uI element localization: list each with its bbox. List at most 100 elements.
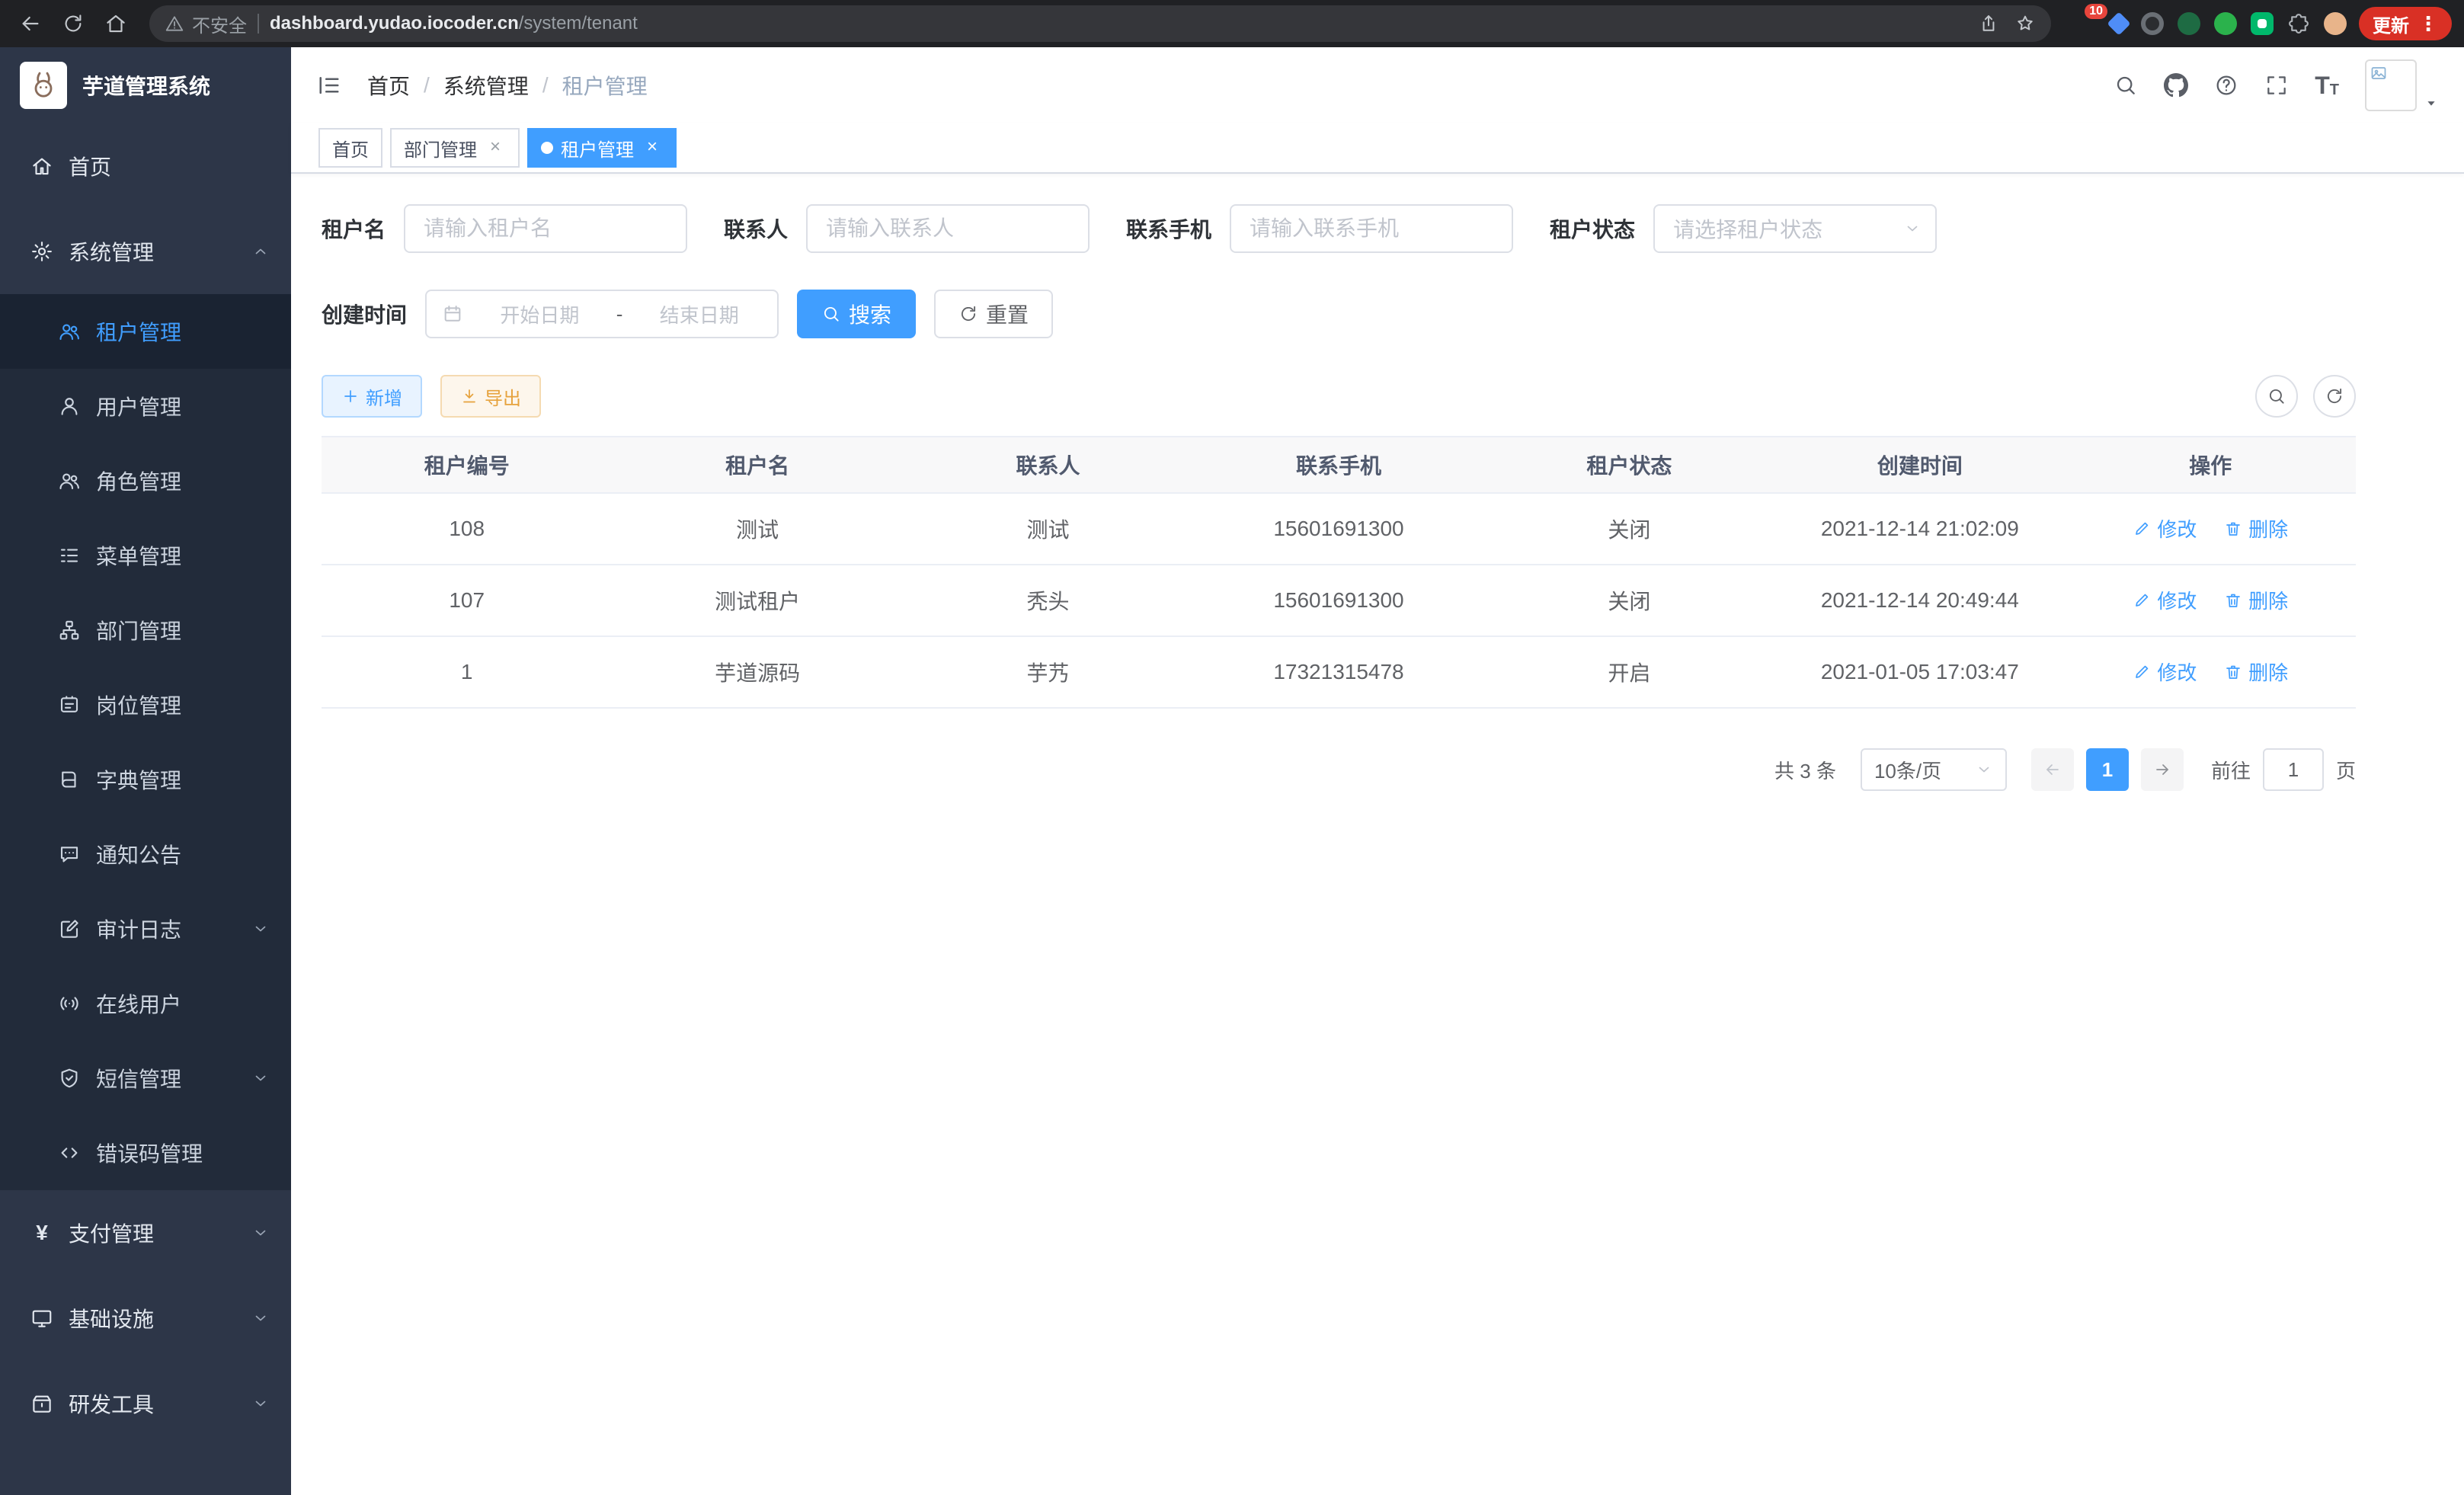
sidebar-item-user[interactable]: 用户管理 xyxy=(0,369,291,443)
sidebar: 芋道管理系统 首页 系统管理 租户管理 用户管理 角色管理 xyxy=(0,47,291,1495)
contact-input[interactable] xyxy=(806,204,1090,253)
edit-link[interactable]: 修改 xyxy=(2133,586,2197,614)
sidebar-item-menu[interactable]: 菜单管理 xyxy=(0,518,291,593)
address-bar[interactable]: 不安全 dashboard.yudao.iocoder.cn/system/te… xyxy=(149,5,2051,42)
search-button[interactable]: 搜索 xyxy=(797,290,916,338)
sidebar-item-dict[interactable]: 字典管理 xyxy=(0,742,291,817)
sidebar-item-label: 审计日志 xyxy=(96,914,181,944)
github-icon[interactable] xyxy=(2164,73,2188,98)
refresh-table-button[interactable] xyxy=(2313,375,2356,418)
date-range-picker[interactable]: 开始日期 - 结束日期 xyxy=(425,290,779,338)
goto-page-input[interactable] xyxy=(2263,748,2324,791)
cell-status: 开启 xyxy=(1484,636,1774,708)
share-icon[interactable] xyxy=(1978,13,1999,34)
search-icon[interactable] xyxy=(2114,73,2138,98)
bookmark-star-icon[interactable] xyxy=(2014,13,2036,34)
sidebar-group-audit-log[interactable]: 审计日志 xyxy=(0,892,291,966)
page-size-select[interactable]: 10条/页 xyxy=(1861,748,2007,791)
extension-icon-1[interactable]: 10 xyxy=(2072,11,2097,36)
sidebar-group-system[interactable]: 系统管理 xyxy=(0,209,291,294)
sidebar-item-label: 岗位管理 xyxy=(96,690,181,720)
close-icon[interactable]: × xyxy=(642,137,663,158)
sidebar-item-online-users[interactable]: 在线用户 xyxy=(0,966,291,1041)
extension-icon-6[interactable] xyxy=(2251,12,2274,35)
sidebar-group-infra[interactable]: 基础设施 xyxy=(0,1276,291,1361)
phone-input[interactable] xyxy=(1230,204,1513,253)
status-select[interactable]: 请选择租户状态 xyxy=(1653,204,1937,253)
caret-down-icon xyxy=(2423,94,2440,111)
goto-label: 前往 xyxy=(2211,756,2251,784)
help-icon[interactable] xyxy=(2214,73,2238,98)
user-avatar[interactable] xyxy=(2365,59,2440,111)
delete-link[interactable]: 删除 xyxy=(2224,514,2288,543)
browser-update-button[interactable]: 更新 ⋮ xyxy=(2359,7,2452,40)
breadcrumb-system[interactable]: 系统管理 xyxy=(443,70,529,101)
tab-tenant[interactable]: 租户管理 × xyxy=(527,128,677,168)
system-submenu: 租户管理 用户管理 角色管理 菜单管理 部门管理 岗位管理 xyxy=(0,294,291,1190)
app-logo[interactable]: 芋道管理系统 xyxy=(0,47,291,123)
logo-image xyxy=(20,62,67,109)
tab-home[interactable]: 首页 xyxy=(318,128,382,168)
edit-link[interactable]: 修改 xyxy=(2133,514,2197,543)
edit-link[interactable]: 修改 xyxy=(2133,658,2197,686)
kebab-menu-icon[interactable]: ⋮ xyxy=(2418,14,2438,34)
delete-link[interactable]: 删除 xyxy=(2224,658,2288,686)
sidebar-item-role[interactable]: 角色管理 xyxy=(0,443,291,518)
delete-link[interactable]: 删除 xyxy=(2224,586,2288,614)
close-icon[interactable]: × xyxy=(485,137,506,158)
extensions-puzzle-icon[interactable] xyxy=(2287,12,2310,35)
table-header-row: 租户编号 租户名 联系人 联系手机 租户状态 创建时间 操作 xyxy=(322,437,2356,493)
sidebar-item-error-code[interactable]: 错误码管理 xyxy=(0,1116,291,1190)
export-button[interactable]: 导出 xyxy=(440,375,541,418)
page-number-1[interactable]: 1 xyxy=(2086,748,2129,791)
extension-icon-3[interactable] xyxy=(2141,12,2164,35)
breadcrumb-home[interactable]: 首页 xyxy=(367,70,410,101)
next-page-button[interactable] xyxy=(2141,748,2184,791)
sidebar-item-label: 字典管理 xyxy=(96,764,181,795)
extension-icon-5[interactable] xyxy=(2214,12,2237,35)
prev-page-button[interactable] xyxy=(2031,748,2074,791)
col-actions: 操作 xyxy=(2066,437,2356,493)
sidebar-group-sms[interactable]: 短信管理 xyxy=(0,1041,291,1116)
col-contact: 联系人 xyxy=(903,437,1193,493)
table-row: 108 测试 测试 15601691300 关闭 2021-12-14 21:0… xyxy=(322,493,2356,565)
total-count: 共 3 条 xyxy=(1774,756,1836,784)
sidebar-item-label: 基础设施 xyxy=(69,1303,154,1333)
toggle-search-button[interactable] xyxy=(2255,375,2298,418)
sidebar-item-label: 短信管理 xyxy=(96,1063,181,1093)
sidebar-item-dept[interactable]: 部门管理 xyxy=(0,593,291,667)
sidebar-item-notice[interactable]: 通知公告 xyxy=(0,817,291,892)
chevron-down-icon xyxy=(251,1069,270,1087)
extension-icon-2[interactable] xyxy=(2107,11,2130,35)
plus-icon xyxy=(341,387,360,405)
page-url: dashboard.yudao.iocoder.cn/system/tenant xyxy=(270,13,638,34)
fullscreen-icon[interactable] xyxy=(2264,73,2289,98)
extension-icon-4[interactable] xyxy=(2178,12,2200,35)
cell-status: 关闭 xyxy=(1484,493,1774,565)
sidebar-item-home[interactable]: 首页 xyxy=(0,123,291,209)
users-icon xyxy=(58,469,81,492)
browser-home-button[interactable] xyxy=(98,5,134,42)
sidebar-item-label: 研发工具 xyxy=(69,1388,154,1419)
chevron-down-icon xyxy=(251,920,270,938)
font-size-icon[interactable]: TT xyxy=(2315,73,2339,98)
browser-back-button[interactable] xyxy=(12,5,49,42)
gear-icon xyxy=(30,240,53,263)
add-button[interactable]: 新增 xyxy=(322,375,422,418)
sidebar-item-tenant[interactable]: 租户管理 xyxy=(0,294,291,369)
profile-avatar-icon[interactable] xyxy=(2324,12,2347,35)
table-row: 1 芋道源码 芋艿 17321315478 开启 2021-01-05 17:0… xyxy=(322,636,2356,708)
security-chip[interactable]: 不安全 xyxy=(165,11,247,37)
collapse-sidebar-icon[interactable] xyxy=(315,72,343,99)
sidebar-group-payment[interactable]: ¥ 支付管理 xyxy=(0,1190,291,1276)
reset-button[interactable]: 重置 xyxy=(934,290,1053,338)
yen-icon: ¥ xyxy=(30,1221,53,1245)
pencil-icon xyxy=(2133,663,2151,681)
browser-reload-button[interactable] xyxy=(55,5,91,42)
sidebar-item-post[interactable]: 岗位管理 xyxy=(0,667,291,742)
sidebar-group-devtools[interactable]: 研发工具 xyxy=(0,1361,291,1446)
tenant-name-input[interactable] xyxy=(404,204,687,253)
tab-dept[interactable]: 部门管理 × xyxy=(390,128,520,168)
tab-label: 部门管理 xyxy=(404,135,477,162)
breadcrumb-current: 租户管理 xyxy=(562,70,648,101)
